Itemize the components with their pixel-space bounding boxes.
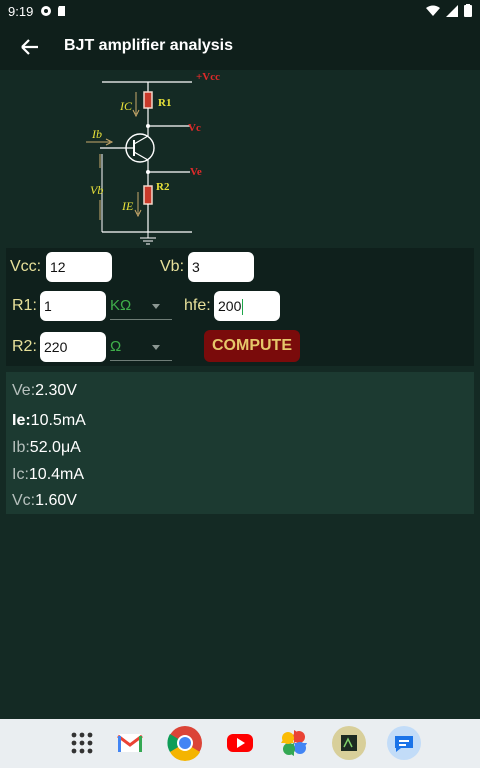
- hfe-value: 200: [218, 298, 242, 314]
- r2-label: R2: [156, 181, 170, 193]
- battery-icon: [464, 4, 472, 17]
- r1-label: R1: [158, 97, 171, 109]
- r1-label: R1:: [12, 297, 37, 314]
- chrome-icon[interactable]: [167, 725, 203, 761]
- r1-unit-select[interactable]: KΩ: [110, 292, 172, 320]
- result-key: Ic:: [12, 466, 29, 483]
- vb-label: Vb:: [160, 258, 185, 275]
- result-value: 52.0μA: [29, 439, 81, 456]
- bjt-circuit-diagram: +Vcc R1 Vc IC Ib Ve R2 Vb IE: [86, 71, 220, 245]
- r1-unit-value: KΩ: [110, 297, 132, 314]
- hfe-input[interactable]: 200: [214, 291, 280, 321]
- text-cursor: [242, 299, 244, 316]
- chevron-down-icon: [152, 345, 160, 350]
- vb-input[interactable]: 3: [188, 252, 254, 282]
- sd-card-icon: [58, 6, 65, 16]
- status-time: 9:19: [8, 4, 34, 19]
- result-ve: Ve:2.30V: [12, 382, 77, 400]
- ib-label: Ib: [91, 127, 102, 141]
- messages-icon[interactable]: [386, 725, 422, 761]
- result-value: 10.5mA: [30, 412, 86, 429]
- page-title: BJT amplifier analysis: [64, 37, 233, 54]
- app-bar: BJT amplifier analysis: [0, 24, 480, 70]
- ve-label: Ve: [190, 166, 202, 178]
- photos-icon[interactable]: [276, 725, 312, 761]
- status-bar: 9:19: [0, 0, 480, 24]
- result-ie: Ie:10.5mA: [12, 412, 86, 430]
- vc-label: Vc: [188, 122, 201, 134]
- vcc-input[interactable]: 12: [46, 252, 112, 282]
- signal-icon: [446, 4, 458, 17]
- youtube-icon[interactable]: [222, 725, 258, 761]
- result-key: Ve:: [12, 382, 36, 399]
- r1-resistor: [143, 91, 153, 109]
- result-key: Ie:: [12, 412, 31, 429]
- back-arrow-icon[interactable]: [18, 36, 42, 58]
- result-key: Vc:: [12, 492, 36, 509]
- app-dock: [0, 719, 480, 768]
- results-panel: Ve:2.30V Ie:10.5mA Ib:52.0μA Ic:10.4mA V…: [6, 372, 474, 514]
- settings-icon: [41, 6, 51, 16]
- result-ic: Ic:10.4mA: [12, 466, 84, 484]
- vb-label: Vb: [90, 183, 103, 197]
- ic-label: IC: [119, 99, 133, 113]
- r2-label: R2:: [12, 338, 37, 355]
- result-key: Ib:: [12, 439, 30, 456]
- hfe-label: hfe:: [184, 297, 211, 314]
- result-ib: Ib:52.0μA: [12, 439, 81, 457]
- result-value: 1.60V: [35, 492, 77, 509]
- inputs-panel: Vcc: 12 Vb: 3 R1: 1 KΩ hfe: 200 R2: 220 …: [6, 248, 474, 366]
- r2-input[interactable]: 220: [40, 332, 106, 362]
- wifi-icon: [426, 5, 440, 16]
- r2-resistor: [143, 185, 153, 205]
- vcc-label: +Vcc: [196, 71, 220, 83]
- result-value: 10.4mA: [28, 466, 85, 483]
- gmail-icon[interactable]: [112, 725, 148, 761]
- compute-button[interactable]: COMPUTE: [204, 330, 300, 362]
- r2-unit-select[interactable]: Ω: [110, 333, 172, 361]
- result-value: 2.30V: [35, 382, 77, 399]
- app-drawer-icon[interactable]: [64, 725, 100, 761]
- vcc-label: Vcc:: [10, 258, 42, 275]
- r2-unit-value: Ω: [110, 338, 122, 355]
- ie-label: IE: [121, 199, 134, 213]
- chevron-down-icon: [152, 304, 160, 309]
- circuit-app-icon[interactable]: [331, 725, 367, 761]
- result-vc: Vc:1.60V: [12, 492, 77, 510]
- r1-input[interactable]: 1: [40, 291, 106, 321]
